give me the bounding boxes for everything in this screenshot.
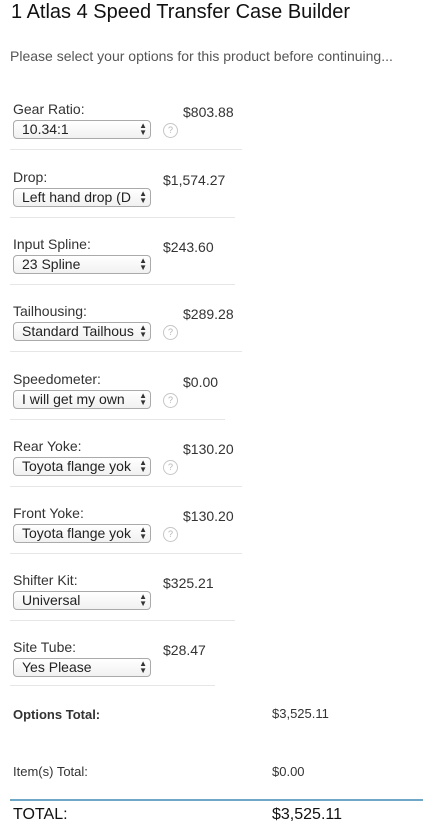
option-price: $130.20 — [183, 441, 234, 457]
option-label: Front Yoke: — [13, 505, 84, 521]
front-yoke-select[interactable]: Toyota flange yok ▲ ▼ — [13, 524, 151, 543]
option-price: $28.47 — [163, 642, 206, 658]
question-circle-icon[interactable]: ? — [163, 123, 178, 138]
updown-arrows-icon: ▲ ▼ — [139, 189, 147, 205]
items-total-value: $0.00 — [272, 764, 305, 779]
question-circle-icon[interactable]: ? — [163, 460, 178, 475]
select-value: Toyota flange yok — [22, 525, 131, 541]
question-circle-icon[interactable]: ? — [163, 527, 178, 542]
option-price: $325.21 — [163, 575, 214, 591]
site-tube-select[interactable]: Yes Please ▲ ▼ — [13, 658, 151, 677]
options-total-label: Options Total: — [13, 707, 101, 722]
option-divider — [10, 149, 242, 150]
option-label: Shifter Kit: — [13, 572, 78, 588]
updown-arrows-icon: ▲ ▼ — [139, 121, 147, 137]
drop-select[interactable]: Left hand drop (D ▲ ▼ — [13, 188, 151, 207]
speedometer-select[interactable]: I will get my own ▲ ▼ — [13, 390, 151, 409]
total-divider — [10, 799, 423, 801]
options-total-value: $3,525.11 — [272, 706, 329, 721]
tailhousing-select[interactable]: Standard Tailhous ▲ ▼ — [13, 322, 151, 341]
updown-arrows-icon: ▲ ▼ — [139, 323, 147, 339]
updown-arrows-icon: ▲ ▼ — [139, 659, 147, 675]
question-circle-icon[interactable]: ? — [163, 393, 178, 408]
option-divider — [10, 351, 242, 352]
items-total-label: Item(s) Total: — [13, 764, 88, 779]
select-value: I will get my own — [22, 391, 125, 407]
option-divider — [10, 553, 242, 554]
option-price: $130.20 — [183, 508, 234, 524]
select-value: Standard Tailhous — [22, 323, 134, 339]
select-value: Left hand drop (D — [22, 189, 131, 205]
option-label: Speedometer: — [13, 371, 101, 387]
updown-arrows-icon: ▲ ▼ — [139, 592, 147, 608]
select-value: 23 Spline — [22, 256, 81, 272]
option-divider — [10, 419, 225, 420]
option-divider — [10, 486, 242, 487]
option-label: Rear Yoke: — [13, 438, 82, 454]
option-price: $289.28 — [183, 306, 234, 322]
option-label: Site Tube: — [13, 639, 77, 655]
select-value: Toyota flange yok — [22, 458, 131, 474]
updown-arrows-icon: ▲ ▼ — [139, 391, 147, 407]
select-value: 10.34:1 — [22, 121, 69, 137]
select-value: Yes Please — [22, 659, 92, 675]
grand-total-label: TOTAL: — [13, 806, 68, 823]
option-label: Gear Ratio: — [13, 101, 85, 117]
option-label: Tailhousing: — [13, 303, 87, 319]
question-circle-icon[interactable]: ? — [163, 325, 178, 340]
option-divider — [10, 217, 235, 218]
option-price: $0.00 — [183, 374, 219, 390]
updown-arrows-icon: ▲ ▼ — [139, 525, 147, 541]
grand-total-value: $3,525.11 — [272, 806, 342, 823]
input-spline-select[interactable]: 23 Spline ▲ ▼ — [13, 255, 151, 274]
option-label: Drop: — [13, 169, 48, 185]
option-divider — [10, 284, 235, 285]
option-divider — [10, 620, 235, 621]
option-divider — [10, 685, 215, 686]
gear-ratio-select[interactable]: 10.34:1 ▲ ▼ — [13, 120, 151, 139]
shifter-kit-select[interactable]: Universal ▲ ▼ — [13, 591, 151, 610]
page-title: 1 Atlas 4 Speed Transfer Case Builder — [11, 1, 351, 23]
option-price: $803.88 — [183, 104, 234, 120]
option-price: $243.60 — [163, 239, 214, 255]
rear-yoke-select[interactable]: Toyota flange yok ▲ ▼ — [13, 457, 151, 476]
updown-arrows-icon: ▲ ▼ — [139, 458, 147, 474]
option-price: $1,574.27 — [163, 172, 226, 188]
options-instruction: Please select your options for this prod… — [10, 48, 393, 64]
select-value: Universal — [22, 592, 81, 608]
updown-arrows-icon: ▲ ▼ — [139, 256, 147, 272]
option-label: Input Spline: — [13, 236, 91, 252]
